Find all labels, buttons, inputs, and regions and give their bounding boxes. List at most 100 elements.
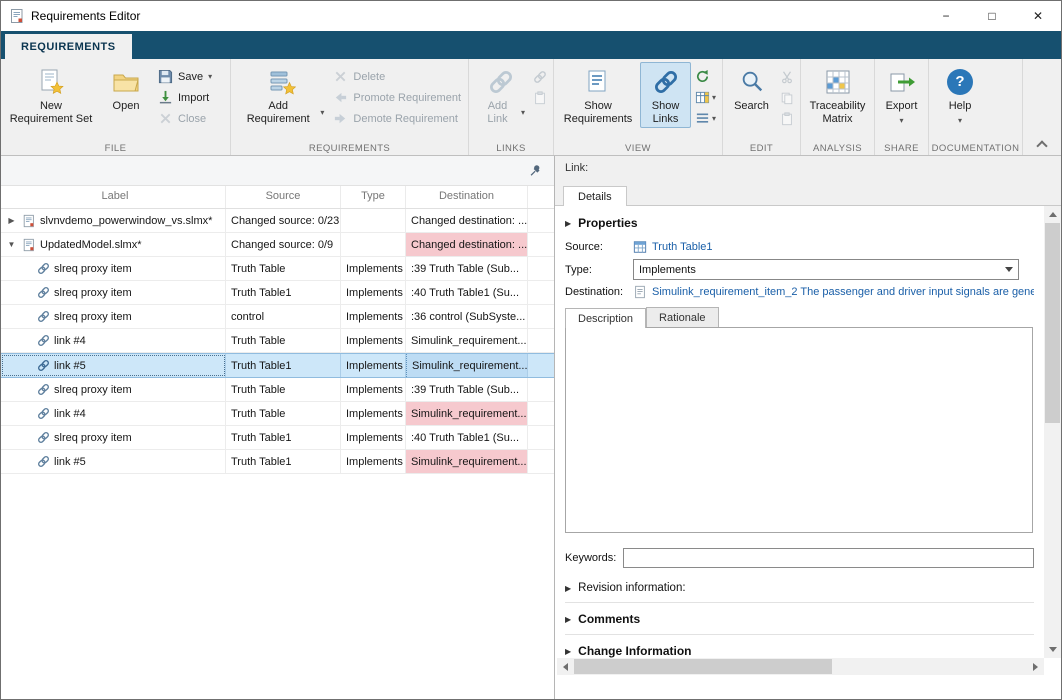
destination-row: Destination: Simulink_requirement_item_2… xyxy=(565,285,1034,299)
vertical-scroll-thumb[interactable] xyxy=(1045,223,1060,423)
app-icon xyxy=(9,8,25,24)
scroll-up-button[interactable] xyxy=(1044,206,1061,223)
section-arrow-icon: ▶ xyxy=(565,584,571,593)
table-row-selected[interactable]: link #5 Truth Table1 Implements Simulink… xyxy=(1,353,554,378)
requirement-set-icon xyxy=(22,214,36,228)
dropdown-arrow-icon xyxy=(1005,267,1013,272)
help-caret-icon: ▾ xyxy=(958,116,962,125)
scroll-down-button[interactable] xyxy=(1044,641,1061,658)
add-requirement-caret-icon: ▾ xyxy=(320,108,324,117)
show-requirements-button[interactable]: Show Requirements xyxy=(558,62,638,128)
link-icon xyxy=(37,286,50,299)
export-button[interactable]: Export ▾ xyxy=(879,62,924,127)
ribbon-section-edit: Search EDIT xyxy=(723,59,801,155)
scroll-up-icon xyxy=(1049,212,1057,217)
tab-rationale[interactable]: Rationale xyxy=(646,307,718,327)
table-row[interactable]: slreq proxy item Truth Table1 Implements… xyxy=(1,281,554,305)
chevron-right-icon[interactable]: ▶ xyxy=(5,210,18,232)
collapse-ribbon-button[interactable] xyxy=(1035,139,1049,149)
description-tab-strip: Description Rationale xyxy=(565,307,1034,327)
search-button[interactable]: Search xyxy=(727,62,776,115)
delete-button[interactable]: Delete xyxy=(330,68,464,85)
link-clipboard-button[interactable] xyxy=(531,89,549,106)
show-links-icon xyxy=(653,67,679,97)
keywords-row: Keywords: xyxy=(565,548,1034,568)
source-row: Source: Truth Table1 xyxy=(565,240,1034,254)
paste-icon xyxy=(780,112,794,126)
source-link[interactable]: Truth Table1 xyxy=(652,241,713,253)
table-row[interactable]: ▶ slvnvdemo_powerwindow_vs.slmx* Changed… xyxy=(1,209,554,233)
add-requirement-button[interactable]: Add Requirement▾ xyxy=(235,62,328,128)
table-row[interactable]: slreq proxy item Truth Table1 Implements… xyxy=(1,426,554,450)
table-row[interactable]: slreq proxy item Truth Table Implements … xyxy=(1,378,554,402)
save-button[interactable]: Save ▾ xyxy=(155,68,215,85)
destination-link[interactable]: Simulink_requirement_item_2 The passenge… xyxy=(652,286,1034,298)
view-options-caret-icon: ▾ xyxy=(712,114,716,123)
add-link-caret-icon: ▾ xyxy=(521,108,525,117)
change-information-section-header[interactable]: ▶ Change Information xyxy=(565,638,1034,658)
view-options-button[interactable]: ▾ xyxy=(693,110,718,127)
refresh-button[interactable] xyxy=(693,68,718,85)
show-links-button[interactable]: Show Links xyxy=(640,62,691,128)
link-icon xyxy=(37,310,50,323)
tab-details[interactable]: Details xyxy=(563,186,627,206)
open-button[interactable]: Open xyxy=(99,62,153,115)
add-link-button[interactable]: Add Link▾ xyxy=(473,62,529,128)
paste-button[interactable] xyxy=(778,110,796,127)
table-row[interactable]: link #5 Truth Table1 Implements Simulink… xyxy=(1,450,554,474)
close-set-button[interactable]: Close xyxy=(155,110,215,127)
tab-description[interactable]: Description xyxy=(565,308,646,328)
table-row[interactable]: link #4 Truth Table Implements Simulink_… xyxy=(1,402,554,426)
export-caret-icon: ▾ xyxy=(899,116,903,125)
edit-link-button[interactable] xyxy=(531,68,549,85)
details-panel: Link: Details ▶ Properties Source: Truth… xyxy=(554,156,1061,700)
close-button[interactable]: ✕ xyxy=(1015,1,1061,31)
traceability-matrix-button[interactable]: Traceability Matrix xyxy=(805,62,870,128)
demote-requirement-button[interactable]: Demote Requirement xyxy=(330,110,464,127)
link-icon xyxy=(37,455,50,468)
main-area: Label Source Type Destination ▶ slvnvdem… xyxy=(1,156,1061,700)
import-button[interactable]: Import xyxy=(155,89,215,106)
horizontal-scroll-thumb[interactable] xyxy=(574,659,832,674)
columns-button[interactable]: ▾ xyxy=(693,89,718,106)
pin-icon[interactable] xyxy=(528,163,542,177)
table-row[interactable]: link #4 Truth Table Implements Simulink_… xyxy=(1,329,554,353)
requirements-editor-window: Requirements Editor − □ ✕ REQUIREMENTS N… xyxy=(0,0,1062,700)
vertical-scrollbar[interactable] xyxy=(1044,206,1061,658)
type-dropdown[interactable]: Implements xyxy=(633,259,1019,280)
link-icon xyxy=(37,383,50,396)
copy-button[interactable] xyxy=(778,89,796,106)
chevron-down-icon[interactable]: ▼ xyxy=(5,234,18,256)
tab-requirements[interactable]: REQUIREMENTS xyxy=(5,34,132,59)
scroll-left-icon xyxy=(563,663,568,671)
column-header-type[interactable]: Type xyxy=(341,186,406,208)
scroll-left-button[interactable] xyxy=(557,658,574,675)
link-icon xyxy=(37,407,50,420)
column-header-destination[interactable]: Destination xyxy=(406,186,528,208)
help-button[interactable]: ? Help ▾ xyxy=(933,62,987,127)
minimize-button[interactable]: − xyxy=(923,1,969,31)
ribbon-tab-strip: REQUIREMENTS xyxy=(1,31,1061,59)
properties-section-header[interactable]: ▶ Properties xyxy=(565,210,1034,235)
ribbon-section-share: Export ▾ SHARE xyxy=(875,59,929,155)
keywords-input[interactable] xyxy=(623,548,1034,568)
cut-button[interactable] xyxy=(778,68,796,85)
new-requirement-set-button[interactable]: New Requirement Set xyxy=(5,62,97,128)
ribbon: New Requirement Set Open Save ▾ Import xyxy=(1,59,1061,156)
revision-information-header[interactable]: ▶ Revision information: xyxy=(565,576,1034,599)
promote-icon xyxy=(333,90,348,105)
details-panel-title: Link: xyxy=(555,156,1061,181)
ribbon-section-analysis: Traceability Matrix ANALYSIS xyxy=(801,59,875,155)
description-textarea[interactable] xyxy=(565,327,1033,533)
link-icon xyxy=(37,334,50,347)
comments-section-header[interactable]: ▶ Comments xyxy=(565,606,1034,631)
table-row[interactable]: slreq proxy item Truth Table Implements … xyxy=(1,257,554,281)
table-row[interactable]: slreq proxy item control Implements :36 … xyxy=(1,305,554,329)
horizontal-scrollbar[interactable] xyxy=(557,658,1044,675)
maximize-button[interactable]: □ xyxy=(969,1,1015,31)
column-header-label[interactable]: Label xyxy=(1,186,226,208)
column-header-source[interactable]: Source xyxy=(226,186,341,208)
scroll-right-button[interactable] xyxy=(1027,658,1044,675)
table-row[interactable]: ▼ UpdatedModel.slmx* Changed source: 0/9… xyxy=(1,233,554,257)
promote-requirement-button[interactable]: Promote Requirement xyxy=(330,89,464,106)
